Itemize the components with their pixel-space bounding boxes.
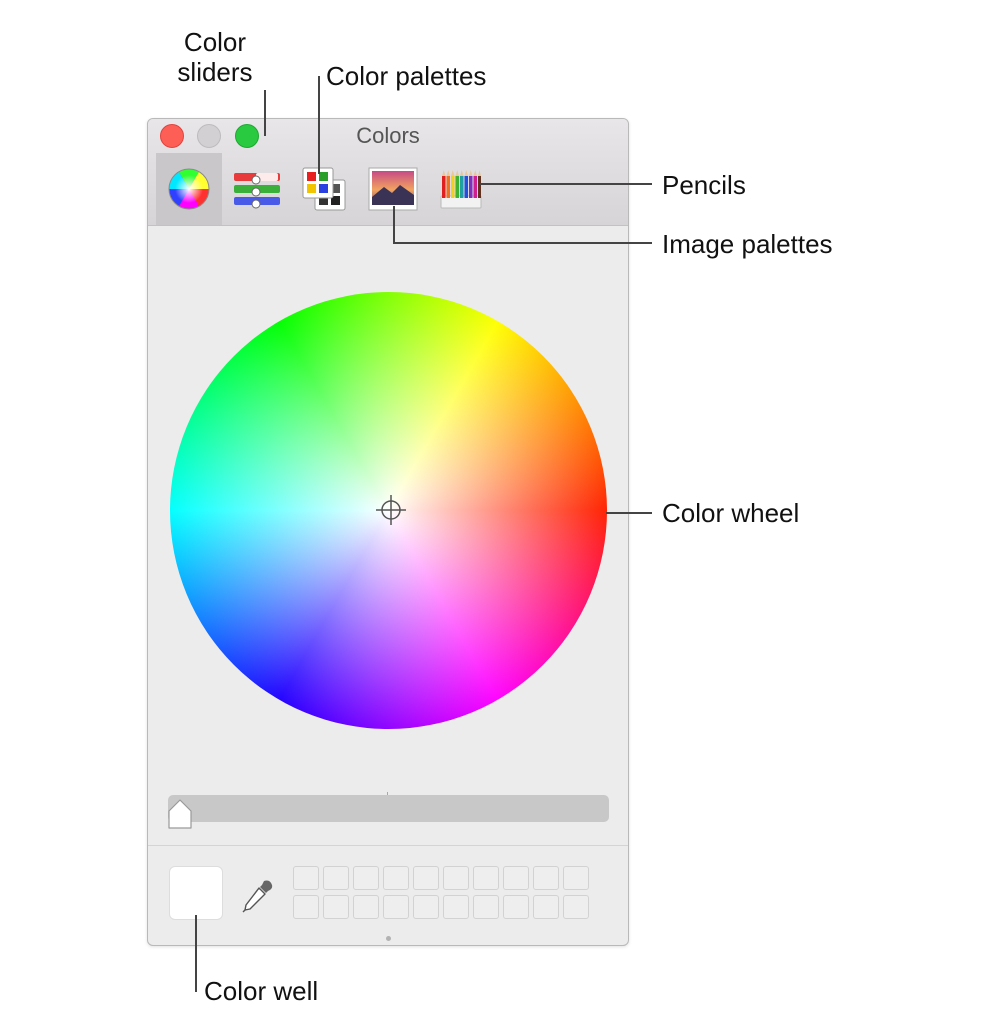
- callout-color-well: Color well: [204, 976, 319, 1006]
- color-well[interactable]: [169, 866, 223, 920]
- callout-color-wheel: Color wheel: [662, 498, 800, 528]
- leader-line-color-wheel: [606, 512, 652, 514]
- title-bar: Colors: [148, 119, 628, 226]
- swatch-slot[interactable]: [293, 895, 319, 919]
- swatch-slot[interactable]: [443, 866, 469, 890]
- callout-color-sliders: Color sliders: [177, 27, 253, 87]
- image-palettes-icon: [368, 167, 418, 211]
- swatch-slot[interactable]: [383, 895, 409, 919]
- swatch-slot[interactable]: [443, 895, 469, 919]
- callout-pencils: Pencils: [662, 170, 746, 200]
- swatch-slot[interactable]: [473, 866, 499, 890]
- swatch-slot[interactable]: [413, 866, 439, 890]
- leader-line-color-well: [195, 915, 197, 992]
- eyedropper-icon[interactable]: [240, 877, 276, 913]
- color-palettes-icon: [302, 167, 346, 211]
- swatch-slot[interactable]: [563, 866, 589, 890]
- leader-line-image-palettes-h: [393, 242, 652, 244]
- tab-color-sliders[interactable]: [224, 153, 290, 225]
- leader-line-color-sliders: [264, 90, 266, 136]
- swatch-slot[interactable]: [533, 866, 559, 890]
- swatch-slot[interactable]: [353, 895, 379, 919]
- color-sliders-icon: [234, 173, 280, 209]
- crosshair-icon[interactable]: [376, 495, 406, 525]
- leader-line-pencils: [480, 183, 652, 185]
- window-title: Colors: [356, 123, 420, 148]
- swatch-slot[interactable]: [353, 866, 379, 890]
- tab-pencils[interactable]: [428, 153, 494, 225]
- resize-indicator[interactable]: [386, 936, 391, 941]
- bottom-divider: [148, 845, 628, 846]
- leader-line-image-palettes-v: [393, 206, 395, 244]
- swatch-slot[interactable]: [323, 866, 349, 890]
- swatch-slot[interactable]: [293, 866, 319, 890]
- swatch-slot[interactable]: [383, 866, 409, 890]
- callout-image-palettes: Image palettes: [662, 229, 833, 259]
- swatch-slot[interactable]: [323, 895, 349, 919]
- color-wheel-icon: [168, 168, 210, 210]
- swatch-slot[interactable]: [503, 895, 529, 919]
- leader-line-color-palettes: [318, 76, 320, 174]
- swatch-slot[interactable]: [473, 895, 499, 919]
- swatch-slot[interactable]: [413, 895, 439, 919]
- swatch-slot[interactable]: [533, 895, 559, 919]
- swatch-slot[interactable]: [503, 866, 529, 890]
- callout-color-palettes: Color palettes: [326, 61, 487, 91]
- pencils-icon: [440, 170, 482, 209]
- swatch-slot[interactable]: [563, 895, 589, 919]
- slider-knob[interactable]: [166, 797, 194, 831]
- tab-color-wheel[interactable]: [156, 153, 222, 225]
- tab-color-palettes[interactable]: [292, 153, 358, 225]
- brightness-slider[interactable]: [168, 795, 609, 822]
